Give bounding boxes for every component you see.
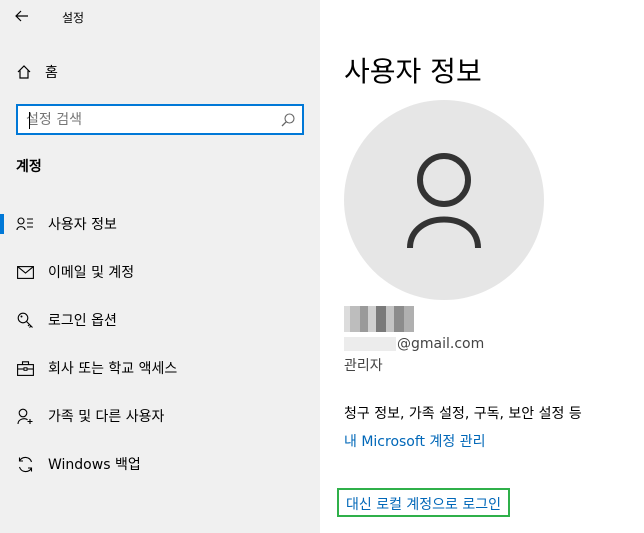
billing-info-text: 청구 정보, 가족 설정, 구독, 보안 설정 등 xyxy=(344,406,582,422)
search-box[interactable] xyxy=(16,104,304,135)
sidebar-item-email-accounts[interactable]: 이메일 및 계정 xyxy=(0,254,320,290)
briefcase-icon xyxy=(16,359,34,377)
sidebar: 설정 홈 계정 사용자 정보 xyxy=(0,0,320,533)
key-icon xyxy=(16,311,34,329)
search-icon[interactable] xyxy=(280,112,296,128)
sidebar-item-label: 사용자 정보 xyxy=(48,217,117,233)
account-role: 관리자 xyxy=(344,358,383,374)
sidebar-item-label: 이메일 및 계정 xyxy=(48,265,135,281)
page-title: 사용자 정보 xyxy=(344,55,482,88)
sidebar-item-label: 가족 및 다른 사용자 xyxy=(48,409,165,425)
app-title: 설정 xyxy=(62,11,85,25)
back-arrow-icon xyxy=(15,10,28,22)
home-nav-item[interactable]: 홈 xyxy=(16,61,58,83)
sidebar-item-work-school[interactable]: 회사 또는 학교 액세스 xyxy=(0,350,320,386)
sidebar-item-label: 회사 또는 학교 액세스 xyxy=(48,361,178,377)
home-label: 홈 xyxy=(45,65,58,81)
user-silhouette-icon xyxy=(407,153,481,249)
redacted-user-name xyxy=(344,306,414,332)
person-add-icon xyxy=(16,407,34,425)
section-title: 계정 xyxy=(16,159,42,175)
sidebar-item-sign-in-options[interactable]: 로그인 옵션 xyxy=(0,302,320,338)
email-domain: @gmail.com xyxy=(397,336,485,352)
redacted-email-user xyxy=(344,337,396,351)
sign-in-local-account-link[interactable]: 대신 로컬 계정으로 로그인 xyxy=(337,488,511,517)
sidebar-item-your-info[interactable]: 사용자 정보 xyxy=(0,206,320,242)
back-button[interactable] xyxy=(9,5,35,27)
sidebar-item-label: 로그인 옵션 xyxy=(48,313,117,329)
account-email: @gmail.com xyxy=(344,336,484,352)
manage-microsoft-account-link[interactable]: 내 Microsoft 계정 관리 xyxy=(344,431,485,451)
mail-icon xyxy=(16,263,34,281)
search-input[interactable] xyxy=(26,110,276,130)
person-list-icon xyxy=(16,215,34,233)
sidebar-item-windows-backup[interactable]: Windows 백업 xyxy=(0,446,320,482)
text-caret xyxy=(29,112,30,129)
sidebar-item-label: Windows 백업 xyxy=(48,457,141,473)
home-icon xyxy=(17,65,31,79)
main-content: 사용자 정보 @gmail.com 관리자 청구 정보, 가족 설정, 구독, … xyxy=(320,0,644,533)
sidebar-item-family-users[interactable]: 가족 및 다른 사용자 xyxy=(0,398,320,434)
sync-icon xyxy=(16,455,34,473)
avatar xyxy=(344,100,544,300)
